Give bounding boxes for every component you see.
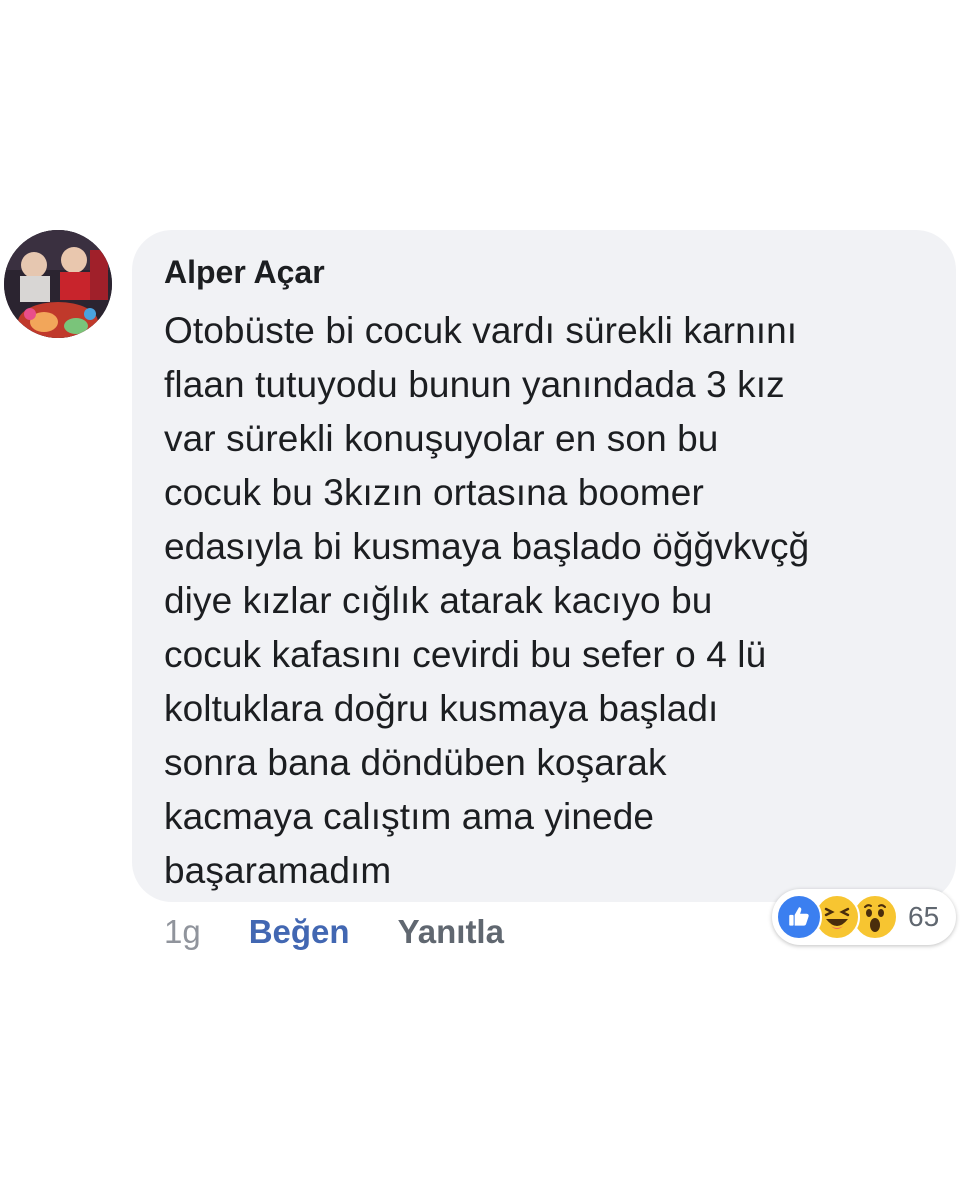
- reaction-count: 65: [908, 901, 940, 932]
- reply-button[interactable]: Yanıtla: [398, 908, 504, 956]
- comment-bubble: Alper Açar Otobüste bi cocuk vardı sürek…: [132, 230, 956, 902]
- like-button[interactable]: Beğen: [249, 908, 350, 956]
- comment-actions: 1g Beğen Yanıtla: [164, 908, 504, 956]
- avatar[interactable]: [4, 230, 112, 338]
- like-icon: [776, 894, 822, 940]
- reactions-summary[interactable]: 65: [772, 889, 956, 945]
- comment-text: Otobüste bi cocuk vardı sürekli karnını …: [164, 310, 810, 891]
- comment-timestamp[interactable]: 1g: [164, 908, 201, 956]
- comment-author[interactable]: Alper Açar: [164, 252, 928, 292]
